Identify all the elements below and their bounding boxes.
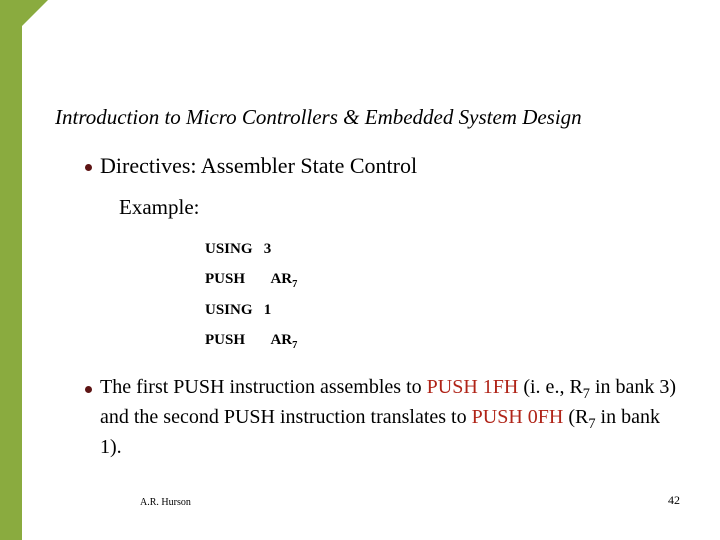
code-op: PUSH [205, 271, 245, 287]
code-line-3: USING 1 [205, 295, 680, 325]
para-sub: 7 [583, 386, 590, 402]
page-number: 42 [668, 493, 680, 508]
accent-bar [0, 0, 22, 540]
code-line-1: USING 3 [205, 234, 680, 264]
para-frag: (R [563, 406, 588, 428]
para-sub: 7 [588, 416, 595, 432]
footer-author: A.R. Hurson [140, 497, 191, 508]
code-op: USING [205, 302, 253, 318]
accent-triangle [0, 0, 48, 48]
example-label: Example: [119, 195, 680, 220]
code-arg: 1 [264, 302, 272, 318]
bullet-text-1: Directives: Assembler State Control [100, 152, 417, 181]
code-line-2: PUSH AR7 [205, 264, 680, 295]
slide-content: Introduction to Micro Controllers & Embe… [55, 105, 680, 475]
code-arg: AR [270, 332, 292, 348]
code-op: PUSH [205, 332, 245, 348]
code-sub: 7 [292, 340, 297, 351]
code-block: USING 3 PUSH AR7 USING 1 PUSH AR7 [205, 234, 680, 356]
bullet-text-2: The first PUSH instruction assembles to … [100, 374, 680, 462]
bullet-item-1: Directives: Assembler State Control [85, 152, 680, 181]
para-red: PUSH 0FH [472, 406, 564, 428]
bullet-icon [85, 386, 92, 393]
code-op: USING [205, 241, 253, 257]
code-arg: AR [270, 271, 292, 287]
code-line-4: PUSH AR7 [205, 325, 680, 356]
code-arg: 3 [264, 241, 272, 257]
para-frag: The first PUSH instruction assembles to [100, 376, 427, 398]
bullet-icon [85, 164, 92, 171]
bullet-item-2: The first PUSH instruction assembles to … [85, 374, 680, 462]
para-red: PUSH 1FH [427, 376, 519, 398]
para-frag: (i. e., R [518, 376, 582, 398]
code-sub: 7 [292, 279, 297, 290]
slide-title: Introduction to Micro Controllers & Embe… [55, 105, 680, 130]
